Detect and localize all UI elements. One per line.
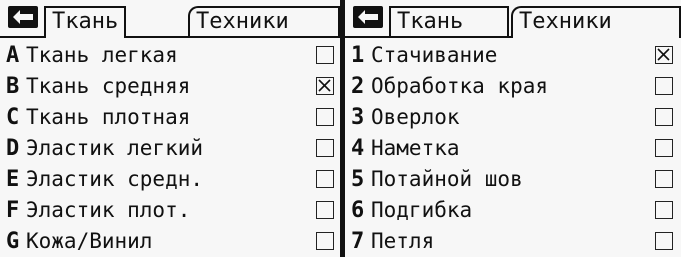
item-label: Оверлок xyxy=(371,105,460,129)
item-checkbox[interactable] xyxy=(316,139,334,157)
list-item[interactable]: 1 Стачивание xyxy=(345,40,681,71)
item-checkbox[interactable] xyxy=(655,108,673,126)
item-key: B xyxy=(6,74,20,99)
list-item[interactable]: 2 Обработка края xyxy=(345,71,681,102)
item-key: 5 xyxy=(351,167,365,192)
item-label: Эластик легкий xyxy=(26,136,204,160)
back-arrow-icon xyxy=(358,10,378,24)
item-label: Эластик средн. xyxy=(26,167,204,191)
x-mark-icon xyxy=(318,79,331,92)
item-checkbox[interactable] xyxy=(655,232,673,250)
item-checkbox[interactable] xyxy=(316,108,334,126)
fabric-list: A Ткань легкая B Ткань средняя C Ткань плотна… xyxy=(0,40,340,257)
list-item[interactable]: G Кожа/Винил xyxy=(0,226,340,257)
item-key: G xyxy=(6,229,20,254)
list-item[interactable]: D Эластик легкий xyxy=(0,133,340,164)
list-item[interactable]: 4 Наметка xyxy=(345,133,681,164)
tab-bar: Ткань Техники xyxy=(345,0,681,38)
item-label: Обработка края xyxy=(371,74,549,98)
item-key: D xyxy=(6,136,20,161)
back-arrow-icon xyxy=(13,10,33,24)
list-item[interactable]: 3 Оверлок xyxy=(345,102,681,133)
item-checkbox[interactable] xyxy=(316,170,334,188)
item-checkbox[interactable] xyxy=(316,46,334,64)
list-item[interactable]: 5 Потайной шов xyxy=(345,164,681,195)
item-label: Эластик плот. xyxy=(26,198,191,222)
x-mark-icon xyxy=(657,48,670,61)
item-key: E xyxy=(6,167,20,192)
back-button[interactable] xyxy=(8,6,38,28)
technique-panel: Ткань Техники 1 Стачивание 2 Обработка края… xyxy=(345,0,681,257)
item-key: A xyxy=(6,43,20,68)
tab-fabric[interactable]: Ткань xyxy=(44,6,127,38)
tab-techniques[interactable]: Техники xyxy=(188,6,340,36)
fabric-panel: Ткань Техники A Ткань легкая B Ткань средня… xyxy=(0,0,340,257)
tab-fabric[interactable]: Ткань xyxy=(389,6,509,36)
tab-techniques[interactable]: Техники xyxy=(511,6,681,38)
item-label: Ткань средняя xyxy=(26,74,191,98)
item-checkbox[interactable] xyxy=(655,139,673,157)
item-label: Потайной шов xyxy=(371,167,523,191)
item-key: 3 xyxy=(351,105,365,130)
item-key: F xyxy=(6,198,20,223)
item-checkbox[interactable] xyxy=(316,201,334,219)
item-checkbox[interactable] xyxy=(655,46,673,64)
item-label: Кожа/Винил xyxy=(26,229,153,253)
tab-bar: Ткань Техники xyxy=(0,0,340,38)
list-item[interactable]: 7 Петля xyxy=(345,226,681,257)
item-label: Ткань плотная xyxy=(26,105,191,129)
technique-list: 1 Стачивание 2 Обработка края 3 Оверлок 4 Намет… xyxy=(345,40,681,257)
list-item[interactable]: B Ткань средняя xyxy=(0,71,340,102)
item-key: 7 xyxy=(351,229,365,254)
item-label: Ткань легкая xyxy=(26,43,178,67)
list-item[interactable]: E Эластик средн. xyxy=(0,164,340,195)
item-label: Наметка xyxy=(371,136,460,160)
item-checkbox[interactable] xyxy=(655,201,673,219)
list-item[interactable]: F Эластик плот. xyxy=(0,195,340,226)
back-button[interactable] xyxy=(353,6,383,28)
item-key: 6 xyxy=(351,198,365,223)
item-checkbox[interactable] xyxy=(316,232,334,250)
item-key: 4 xyxy=(351,136,365,161)
item-checkbox[interactable] xyxy=(655,77,673,95)
item-key: 2 xyxy=(351,74,365,99)
list-item[interactable]: 6 Подгибка xyxy=(345,195,681,226)
list-item[interactable]: C Ткань плотная xyxy=(0,102,340,133)
item-checkbox[interactable] xyxy=(655,170,673,188)
item-label: Петля xyxy=(371,229,435,253)
item-key: C xyxy=(6,105,20,130)
item-label: Подгибка xyxy=(371,198,473,222)
item-label: Стачивание xyxy=(371,43,498,67)
item-key: 1 xyxy=(351,43,365,68)
item-checkbox[interactable] xyxy=(316,77,334,95)
list-item[interactable]: A Ткань легкая xyxy=(0,40,340,71)
